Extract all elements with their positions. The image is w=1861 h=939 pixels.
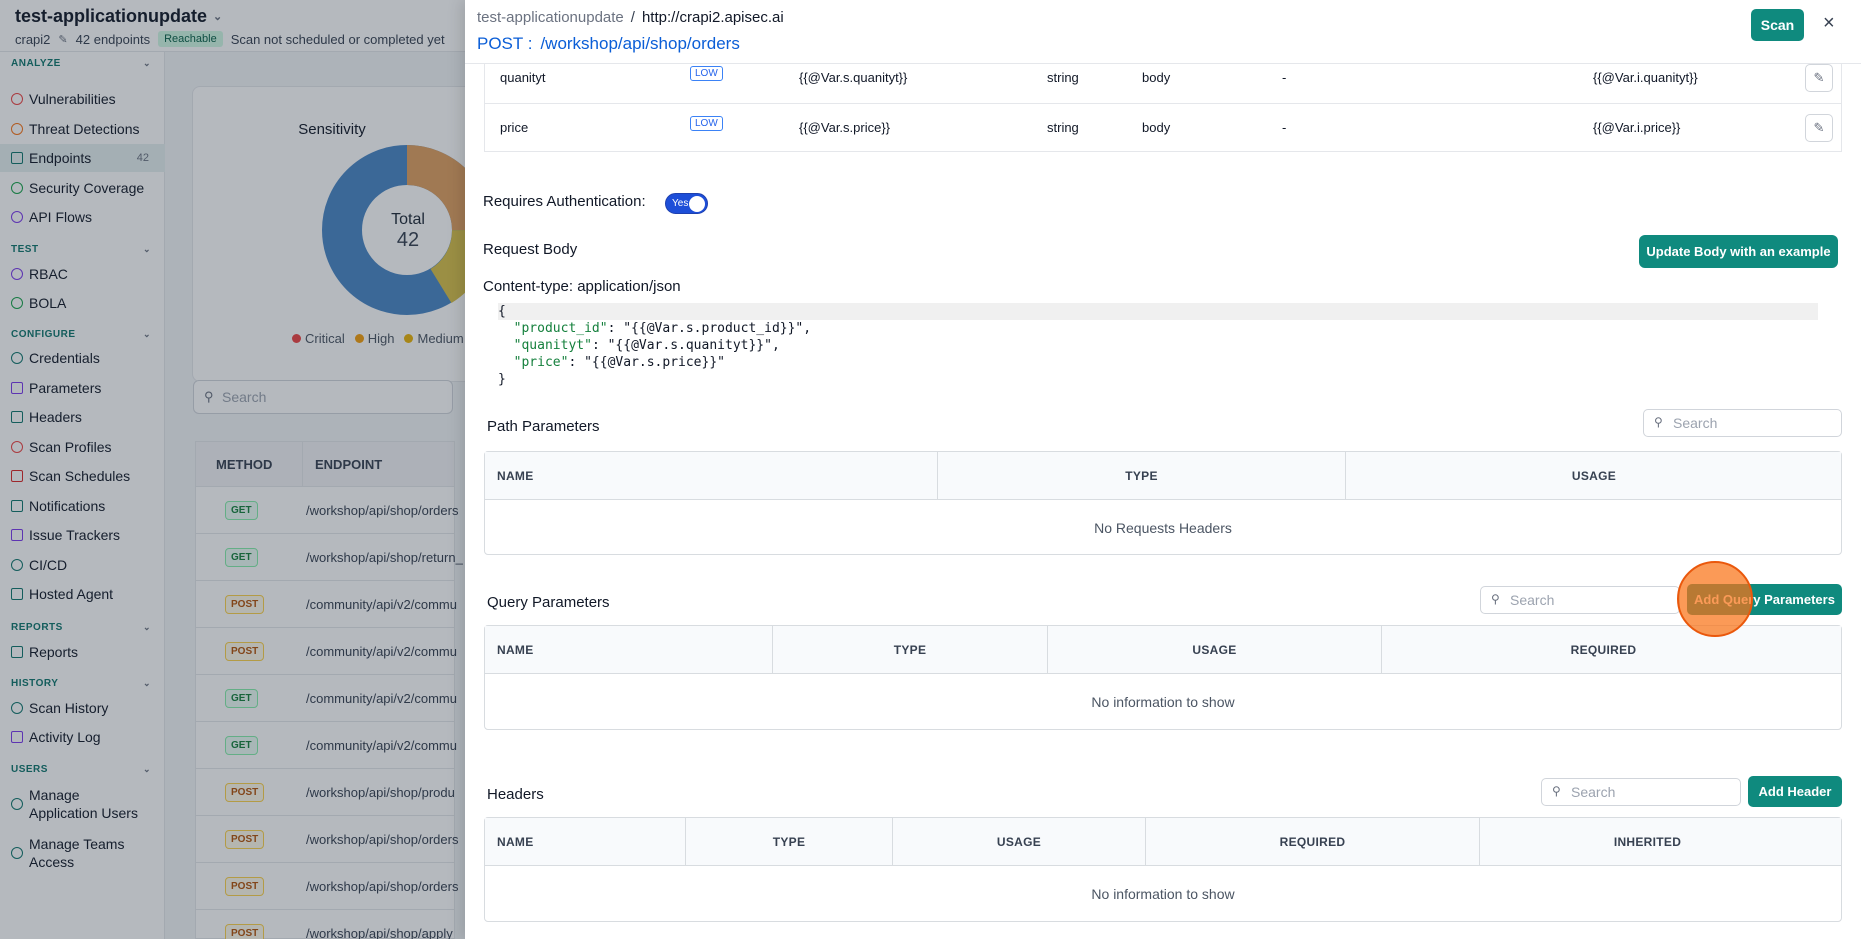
code-line: } xyxy=(498,372,506,387)
column-usage[interactable]: USAGE xyxy=(1345,452,1842,500)
param-type: string xyxy=(1047,120,1079,135)
column-type[interactable]: TYPE xyxy=(772,626,1047,674)
column-inherited[interactable]: INHERITED xyxy=(1479,818,1815,866)
endpoint-method: POST : xyxy=(477,34,533,53)
path-params-search-input[interactable]: ⚲ Search xyxy=(1643,409,1842,437)
requires-auth-toggle[interactable]: Yes xyxy=(665,193,708,214)
scan-button[interactable]: Scan xyxy=(1751,9,1804,41)
code-line: "quanityt": "{{@Var.s.quanityt}}", xyxy=(513,338,780,353)
search-icon: ⚲ xyxy=(1491,592,1500,606)
column-type[interactable]: TYPE xyxy=(937,452,1345,500)
empty-state: No information to show xyxy=(1091,694,1235,710)
param-name: price xyxy=(500,120,529,135)
param-location: body xyxy=(1142,120,1171,135)
breadcrumb-separator: / xyxy=(630,9,635,26)
modal-backdrop[interactable] xyxy=(0,0,465,939)
requires-auth-label: Requires Authentication: xyxy=(483,193,646,210)
add-query-parameters-button[interactable]: Add Query Parameters xyxy=(1687,584,1842,615)
toggle-label: Yes xyxy=(672,198,689,209)
param-alt-value: {{@Var.i.quanityt}} xyxy=(1593,70,1698,85)
column-usage[interactable]: USAGE xyxy=(1047,626,1381,674)
close-icon[interactable]: × xyxy=(1823,12,1835,35)
drawer-header: test-applicationupdate / http://crapi2.a… xyxy=(465,0,1861,64)
path-params-table: NAME TYPE USAGE No Requests Headers xyxy=(484,451,1842,555)
column-name[interactable]: NAME xyxy=(497,452,937,500)
empty-state: No information to show xyxy=(1091,886,1235,902)
headers-search-input[interactable]: ⚲ Search xyxy=(1541,778,1741,806)
param-dash: - xyxy=(1282,70,1287,85)
toggle-knob xyxy=(689,196,705,212)
param-name: quanityt xyxy=(500,70,546,85)
param-value: {{@Var.s.price}} xyxy=(799,120,891,135)
column-name[interactable]: NAME xyxy=(497,626,772,674)
empty-state: No Requests Headers xyxy=(1094,520,1232,536)
param-location: body xyxy=(1142,70,1171,85)
edit-pencil-icon[interactable]: ✎ xyxy=(1805,64,1833,92)
path-params-title: Path Parameters xyxy=(487,418,600,435)
headers-table: NAME TYPE USAGE REQUIRED INHERITED No in… xyxy=(484,817,1842,922)
search-icon: ⚲ xyxy=(1552,784,1561,798)
code-line: { xyxy=(498,303,1818,320)
table-header: NAME TYPE USAGE REQUIRED xyxy=(485,626,1841,674)
headers-title: Headers xyxy=(487,786,544,803)
column-type[interactable]: TYPE xyxy=(685,818,892,866)
column-required[interactable]: REQUIRED xyxy=(1381,626,1825,674)
param-dash: - xyxy=(1282,120,1287,135)
query-params-search-input[interactable]: ⚲ Search xyxy=(1480,586,1680,614)
endpoint-title: POST : /workshop/api/shop/orders xyxy=(477,34,740,54)
code-line: "price": "{{@Var.s.price}}" xyxy=(513,355,725,370)
endpoint-path: /workshop/api/shop/orders xyxy=(540,34,740,53)
query-params-title: Query Parameters xyxy=(487,594,610,611)
update-body-button[interactable]: Update Body with an example xyxy=(1639,235,1838,268)
param-type: string xyxy=(1047,70,1079,85)
column-name[interactable]: NAME xyxy=(497,818,685,866)
table-header: NAME TYPE USAGE xyxy=(485,452,1841,500)
code-line: "product_id": "{{@Var.s.product_id}}", xyxy=(513,321,812,336)
table-header: NAME TYPE USAGE REQUIRED INHERITED xyxy=(485,818,1841,866)
sensitivity-badge[interactable]: LOW xyxy=(690,66,723,81)
add-header-button[interactable]: Add Header xyxy=(1748,776,1842,807)
table-row: price LOW {{@Var.s.price}} string body -… xyxy=(485,103,1841,152)
endpoint-detail-drawer: test-applicationupdate / http://crapi2.a… xyxy=(465,0,1861,939)
column-usage[interactable]: USAGE xyxy=(892,818,1145,866)
column-required[interactable]: REQUIRED xyxy=(1145,818,1479,866)
breadcrumb-app[interactable]: test-applicationupdate xyxy=(477,9,624,26)
edit-pencil-icon[interactable]: ✎ xyxy=(1805,114,1833,142)
search-icon: ⚲ xyxy=(1654,415,1663,429)
body-parameters-table: quanityt LOW {{@Var.s.quanityt}} string … xyxy=(484,54,1842,152)
breadcrumb: test-applicationupdate / http://crapi2.a… xyxy=(477,9,784,26)
breadcrumb-host: http://crapi2.apisec.ai xyxy=(641,9,784,26)
param-alt-value: {{@Var.i.price}} xyxy=(1593,120,1681,135)
content-type-label: Content-type: application/json xyxy=(483,278,681,295)
request-body-code[interactable]: { "product_id": "{{@Var.s.product_id}}",… xyxy=(498,303,1818,388)
sensitivity-badge[interactable]: LOW xyxy=(690,116,723,131)
param-value: {{@Var.s.quanityt}} xyxy=(799,70,908,85)
request-body-title: Request Body xyxy=(483,241,578,258)
query-params-table: NAME TYPE USAGE REQUIRED No information … xyxy=(484,625,1842,730)
